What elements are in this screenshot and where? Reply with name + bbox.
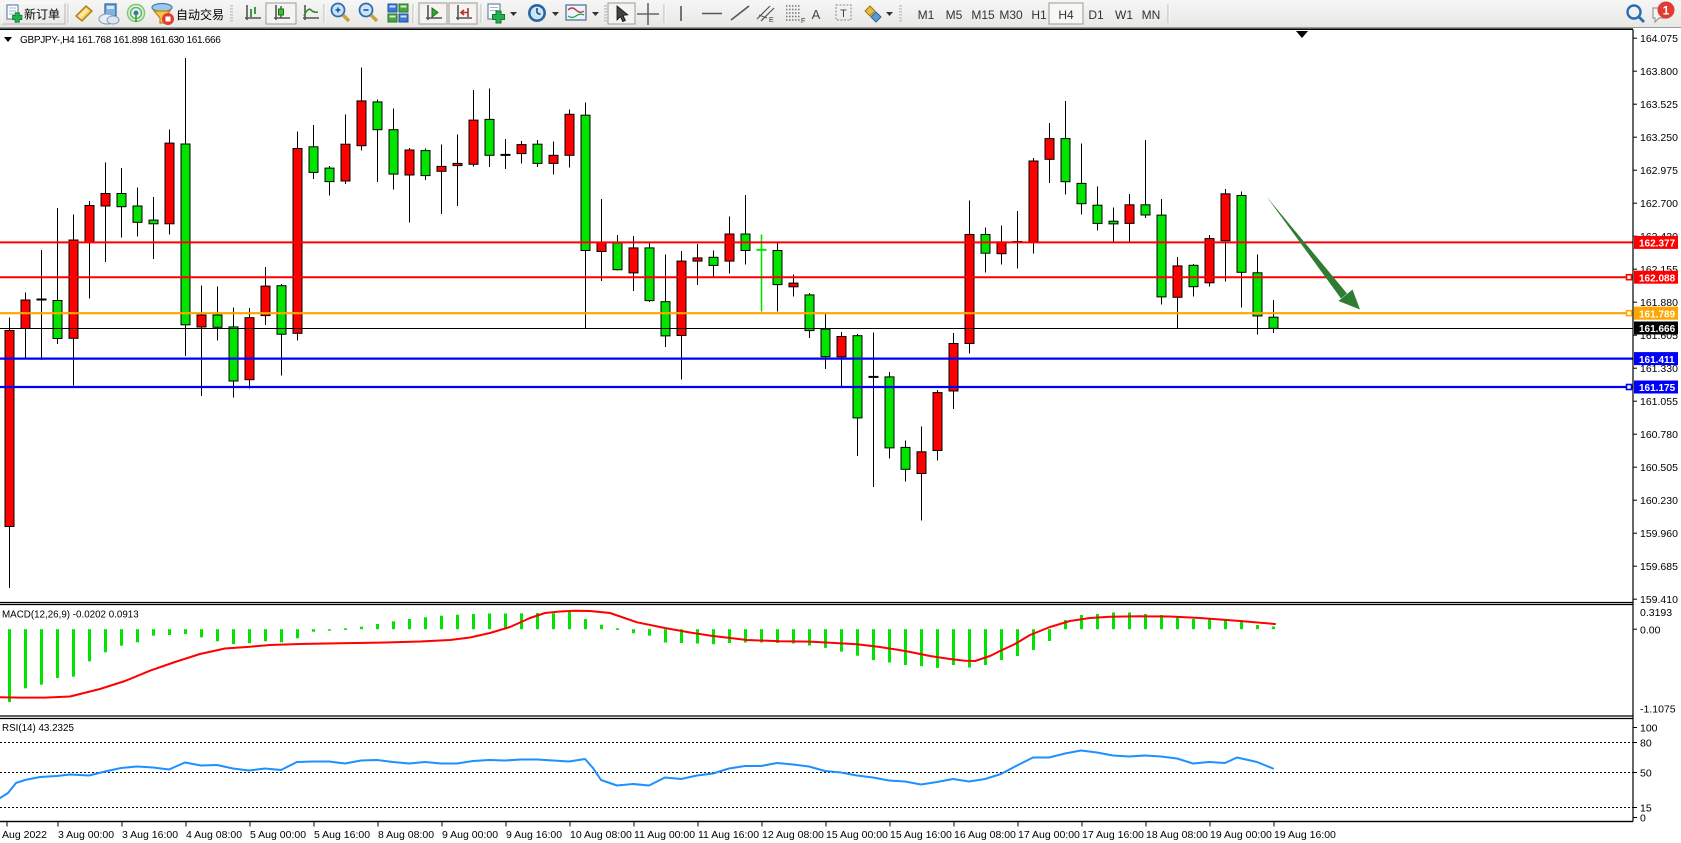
svg-text:3 Aug 16:00: 3 Aug 16:00: [122, 829, 178, 841]
svg-text:-1.1075: -1.1075: [1640, 704, 1676, 716]
svg-text:162.088: 162.088: [1639, 273, 1676, 284]
svg-text:W1: W1: [1115, 8, 1133, 22]
svg-text:161.789: 161.789: [1639, 309, 1676, 320]
svg-text:163.525: 163.525: [1640, 99, 1678, 111]
svg-text:0.3193: 0.3193: [1640, 607, 1672, 619]
svg-text:H1: H1: [1031, 8, 1047, 22]
svg-text:M30: M30: [999, 8, 1023, 22]
svg-text:H4: H4: [1058, 8, 1074, 22]
svg-text:11 Aug 00:00: 11 Aug 00:00: [634, 829, 695, 841]
svg-text:D1: D1: [1088, 8, 1104, 22]
svg-text:GBPJPY-,H4 161.768 161.898 16: GBPJPY-,H4 161.768 161.898 161.630 161.6…: [20, 35, 221, 46]
svg-text:80: 80: [1640, 738, 1652, 750]
svg-text:15 Aug 16:00: 15 Aug 16:00: [890, 829, 952, 841]
svg-text:17 Aug 16:00: 17 Aug 16:00: [1082, 829, 1144, 841]
svg-text:0.00: 0.00: [1640, 625, 1661, 637]
svg-text:164.075: 164.075: [1640, 33, 1678, 45]
svg-text:19 Aug 00:00: 19 Aug 00:00: [1210, 829, 1272, 841]
svg-text:15 Aug 00:00: 15 Aug 00:00: [826, 829, 888, 841]
svg-text:18 Aug 08:00: 18 Aug 08:00: [1146, 829, 1208, 841]
svg-text:9 Aug 00:00: 9 Aug 00:00: [442, 829, 498, 841]
svg-text:E: E: [769, 17, 774, 24]
svg-text:17 Aug 00:00: 17 Aug 00:00: [1018, 829, 1080, 841]
svg-text:11 Aug 16:00: 11 Aug 16:00: [698, 829, 759, 841]
svg-text:162.975: 162.975: [1640, 165, 1678, 177]
svg-text:162.377: 162.377: [1639, 239, 1676, 250]
svg-text:T: T: [840, 8, 847, 20]
svg-text:MACD(12,26,9) -0.0202 0.0913: MACD(12,26,9) -0.0202 0.0913: [2, 610, 139, 621]
svg-text:F: F: [801, 18, 805, 25]
svg-text:3 Aug 00:00: 3 Aug 00:00: [58, 829, 114, 841]
svg-text:12 Aug 08:00: 12 Aug 08:00: [762, 829, 824, 841]
svg-text:RSI(14) 43.2325: RSI(14) 43.2325: [2, 723, 74, 734]
svg-text:160.230: 160.230: [1640, 495, 1678, 507]
svg-text:1: 1: [1663, 4, 1670, 18]
svg-text:M1: M1: [918, 8, 935, 22]
svg-text:5 Aug 00:00: 5 Aug 00:00: [250, 829, 306, 841]
svg-text:9 Aug 16:00: 9 Aug 16:00: [506, 829, 562, 841]
svg-text:163.800: 163.800: [1640, 66, 1678, 78]
svg-text:M5: M5: [946, 8, 963, 22]
svg-text:19 Aug 16:00: 19 Aug 16:00: [1274, 829, 1336, 841]
svg-text:161.175: 161.175: [1639, 383, 1676, 394]
svg-text:161.055: 161.055: [1640, 396, 1678, 408]
svg-text:自动交易: 自动交易: [176, 7, 224, 22]
svg-text:Aug 2022: Aug 2022: [2, 829, 47, 841]
svg-text:163.250: 163.250: [1640, 132, 1678, 144]
svg-text:159.685: 159.685: [1640, 561, 1678, 573]
svg-text:162.700: 162.700: [1640, 198, 1678, 210]
svg-text:A: A: [812, 7, 821, 22]
svg-text:160.505: 160.505: [1640, 462, 1678, 474]
svg-text:4 Aug 08:00: 4 Aug 08:00: [186, 829, 242, 841]
svg-text:161.411: 161.411: [1639, 355, 1675, 366]
svg-text:MN: MN: [1142, 8, 1161, 22]
svg-text:161.666: 161.666: [1639, 324, 1676, 335]
svg-text:5 Aug 16:00: 5 Aug 16:00: [314, 829, 370, 841]
svg-text:50: 50: [1640, 768, 1652, 780]
svg-text:8 Aug 08:00: 8 Aug 08:00: [378, 829, 434, 841]
svg-text:10 Aug 08:00: 10 Aug 08:00: [570, 829, 632, 841]
svg-text:0: 0: [1640, 813, 1646, 825]
svg-text:M15: M15: [971, 8, 995, 22]
svg-text:159.410: 159.410: [1640, 594, 1678, 606]
svg-text:16 Aug 08:00: 16 Aug 08:00: [954, 829, 1016, 841]
svg-text:新订单: 新订单: [24, 7, 60, 22]
svg-text:160.780: 160.780: [1640, 429, 1678, 441]
svg-text:100: 100: [1640, 723, 1658, 735]
svg-text:159.960: 159.960: [1640, 528, 1678, 540]
